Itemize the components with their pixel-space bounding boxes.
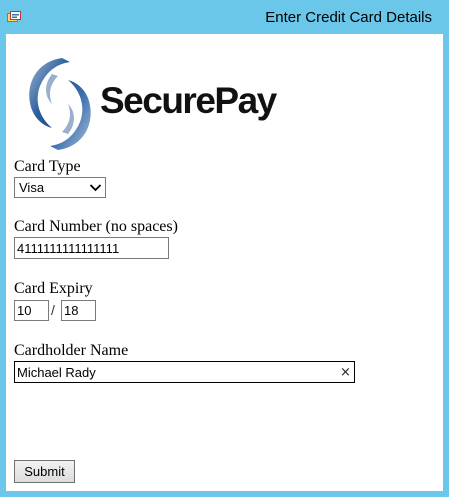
securepay-logo: SecurePay — [22, 54, 278, 154]
cardholder-name-label: Cardholder Name — [14, 342, 129, 359]
expiry-month-input[interactable] — [14, 300, 49, 321]
expiry-year-input[interactable] — [61, 300, 96, 321]
chevron-down-icon[interactable] — [89, 182, 102, 193]
card-expiry-label: Card Expiry — [14, 280, 93, 297]
card-number-input[interactable] — [14, 237, 169, 259]
cardholder-name-input[interactable] — [14, 361, 355, 383]
submit-button[interactable]: Submit — [14, 460, 75, 483]
clear-field-icon[interactable]: × — [340, 365, 351, 380]
card-number-label: Card Number (no spaces) — [14, 218, 178, 235]
window-title: Enter Credit Card Details — [265, 9, 432, 26]
card-type-dropdown[interactable]: Visa — [14, 177, 106, 198]
form-window-icon[interactable] — [7, 10, 21, 22]
securepay-swirl-logo — [29, 58, 91, 150]
card-type-value: Visa — [19, 180, 45, 195]
expiry-separator: / — [51, 302, 55, 318]
card-type-label: Card Type — [14, 158, 81, 175]
securepay-wordmark: SecurePay — [100, 80, 277, 121]
title-bar[interactable]: Enter Credit Card Details — [0, 0, 449, 34]
